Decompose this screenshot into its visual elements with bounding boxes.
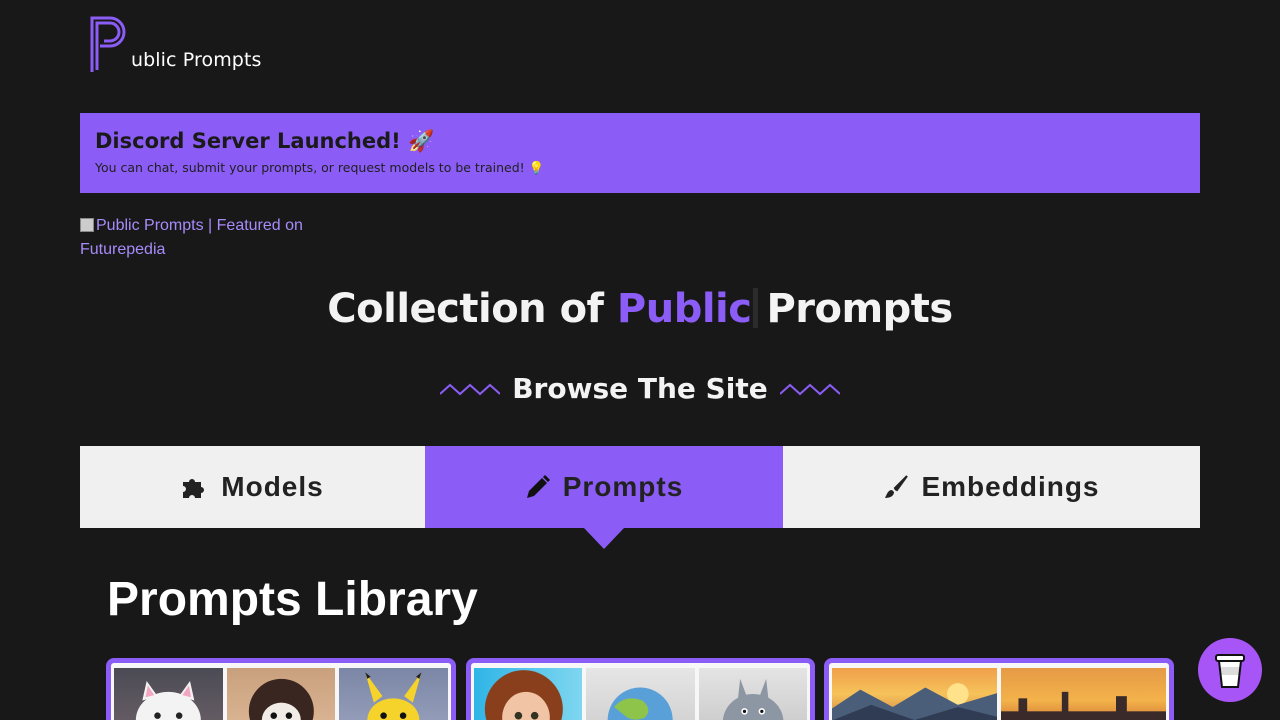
zigzag-left-icon <box>440 383 501 395</box>
prompt-card[interactable] <box>466 658 815 720</box>
broken-image-icon <box>80 218 94 232</box>
browse-heading: Browse The Site <box>0 372 1280 405</box>
thumbnail-lion-plush <box>226 668 336 720</box>
category-tabs: Models Prompts Embeddings <box>80 446 1200 528</box>
tab-embeddings-label: Embeddings <box>921 471 1100 502</box>
buy-me-a-coffee-button[interactable] <box>1198 638 1262 702</box>
hero-suffix: Prompts <box>766 286 953 332</box>
puzzle-icon <box>181 474 209 500</box>
tab-prompts-label: Prompts <box>562 471 684 502</box>
thumbnail-white-cat-plush <box>114 668 223 720</box>
hero-accent-word: Public <box>616 286 752 332</box>
pencil-icon <box>525 474 551 500</box>
thumbnail-city-sunset <box>1001 668 1166 720</box>
brush-icon <box>883 474 909 500</box>
logo-p-icon <box>90 16 126 72</box>
discord-banner[interactable]: Discord Server Launched! 🚀 You can chat,… <box>80 113 1200 193</box>
thumbnail-mountain-sunset <box>832 668 997 720</box>
thumbnail-pikachu-plush <box>339 668 449 720</box>
hero-heading: Collection of Public Prompts <box>0 286 1280 332</box>
banner-title: Discord Server Launched! 🚀 <box>95 129 435 153</box>
futurepedia-featured-link[interactable]: Public Prompts | Featured on Futurepedia <box>80 214 320 262</box>
coffee-cup-icon <box>1215 654 1245 688</box>
tab-models-label: Models <box>221 471 324 502</box>
thumbnail-totoro-plush <box>698 668 807 720</box>
prompt-card[interactable] <box>106 658 456 720</box>
tab-embeddings[interactable]: Embeddings <box>783 446 1200 528</box>
tab-models[interactable]: Models <box>80 446 425 528</box>
thumbnail-cartoon-girl <box>474 668 583 720</box>
tab-prompts[interactable]: Prompts <box>425 446 783 528</box>
featured-alt-text: Public Prompts | Featured on Futurepedia <box>80 217 303 258</box>
prompts-library-title: Prompts Library <box>107 573 478 626</box>
typing-cursor <box>753 288 759 328</box>
site-logo[interactable]: ublic Prompts <box>88 14 262 74</box>
banner-subtitle: You can chat, submit your prompts, or re… <box>95 160 545 175</box>
zigzag-right-icon <box>779 383 840 395</box>
logo-text: ublic Prompts <box>131 49 262 71</box>
hero-prefix: Collection of <box>327 286 604 332</box>
thumbnail-earth-plush <box>586 668 695 720</box>
browse-title: Browse The Site <box>512 372 768 405</box>
prompt-card[interactable] <box>824 658 1174 720</box>
